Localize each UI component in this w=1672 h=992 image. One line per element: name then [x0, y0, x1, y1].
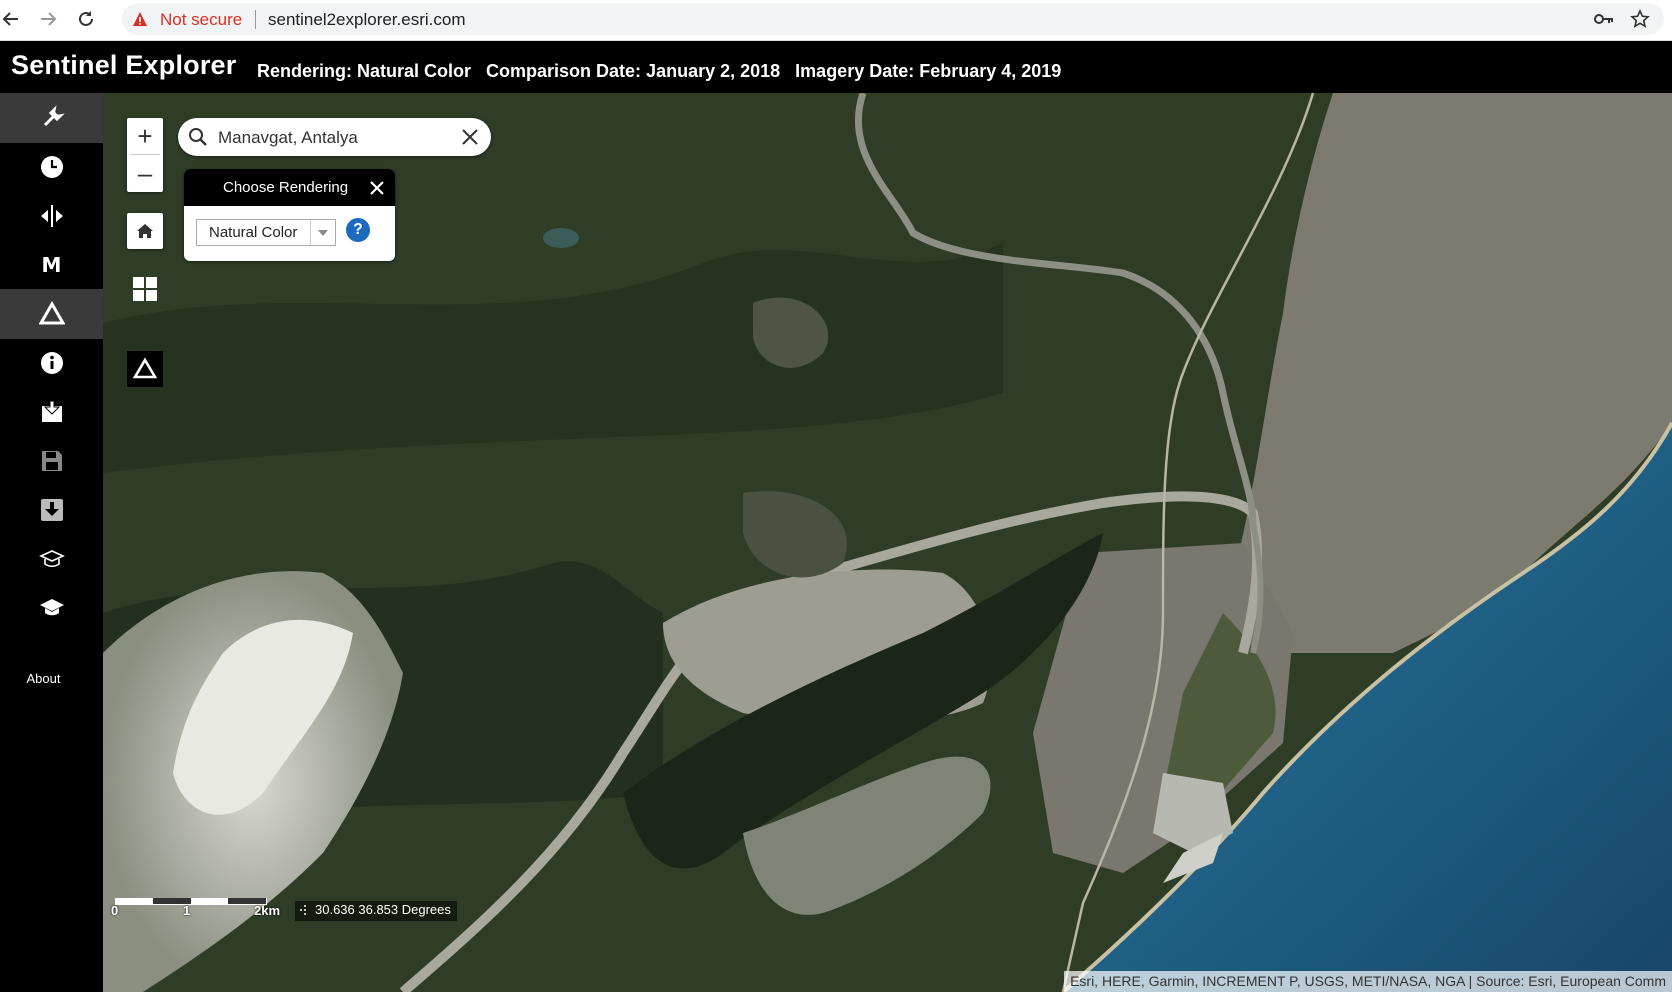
- bookmark-icon: [41, 400, 62, 422]
- scale-label-1: 1: [183, 903, 191, 918]
- triangle-icon: [38, 301, 65, 325]
- reload-icon: [79, 11, 93, 26]
- crosshair-icon: [300, 905, 306, 915]
- save-icon: [41, 451, 62, 471]
- key-icon[interactable]: [1594, 11, 1614, 27]
- home-icon: [137, 224, 153, 238]
- sidebar-item-swipe[interactable]: [0, 191, 103, 241]
- grid-icon: [133, 277, 157, 301]
- coordinate-text: 30.636 36.853 Degrees: [315, 902, 451, 917]
- sidebar-item-tools[interactable]: [0, 93, 103, 143]
- star-icon[interactable]: [1630, 9, 1650, 29]
- search-box: [178, 118, 491, 156]
- not-secure-label[interactable]: Not secure: [160, 10, 242, 30]
- search-icon[interactable]: [188, 127, 208, 147]
- arrow-right-icon: [41, 12, 57, 26]
- rendering-select[interactable]: Natural Color: [196, 219, 336, 246]
- browser-toolbar: Not secure sentinel2explorer.esri.com: [0, 0, 1672, 41]
- sidebar-item-bookmark[interactable]: [0, 387, 103, 437]
- app-title: Sentinel Explorer: [11, 50, 237, 80]
- header-info: Rendering: Natural Color Comparison Date…: [257, 61, 1071, 82]
- scale-label-0: 0: [111, 903, 119, 918]
- triangle-icon: [133, 357, 157, 379]
- close-icon[interactable]: [461, 128, 479, 146]
- sidebar-item-m[interactable]: M: [0, 240, 103, 290]
- comparison-date-label: Comparison Date: January 2, 2018: [486, 61, 781, 81]
- sidebar-item-learn[interactable]: [0, 583, 103, 633]
- chevron-down-icon: [310, 220, 335, 245]
- sidebar-item-info[interactable]: [0, 338, 103, 388]
- zoom-control: + –: [127, 118, 163, 192]
- sidebar: M About: [0, 93, 103, 992]
- imagery-date-label: Imagery Date: February 4, 2019: [795, 61, 1062, 81]
- address-bar[interactable]: Not secure sentinel2explorer.esri.com: [122, 3, 1664, 35]
- scale-label-2: 2km: [254, 903, 281, 918]
- rendering-panel-header: Choose Rendering: [184, 169, 395, 206]
- info-icon: [40, 352, 63, 374]
- tools-icon: [43, 105, 65, 127]
- download-icon: [40, 499, 63, 521]
- back-button[interactable]: [0, 8, 22, 30]
- clock-icon: [40, 156, 63, 178]
- sidebar-item-story[interactable]: [0, 534, 103, 584]
- basemap-gallery-button[interactable]: [131, 275, 159, 303]
- scale-bar: 0 1 2km: [111, 893, 280, 919]
- arrow-left-icon: [2, 12, 18, 26]
- search-input[interactable]: [216, 124, 450, 152]
- map-view[interactable]: + – Choose Rendering Natural Color ? 0: [103, 93, 1672, 992]
- close-icon[interactable]: [369, 180, 385, 196]
- coordinate-readout[interactable]: 30.636 36.853 Degrees: [295, 901, 457, 921]
- rendering-toggle-button[interactable]: [127, 351, 163, 387]
- zoom-in-button[interactable]: +: [127, 118, 163, 154]
- sidebar-item-triangle[interactable]: [0, 289, 103, 339]
- rendering-panel: Choose Rendering Natural Color ?: [184, 169, 395, 261]
- rendering-panel-title: Choose Rendering: [223, 179, 349, 196]
- forward-button[interactable]: [37, 8, 59, 30]
- sidebar-item-time[interactable]: [0, 142, 103, 192]
- swipe-icon: [40, 205, 63, 227]
- sidebar-item-download[interactable]: [0, 485, 103, 535]
- warning-icon: [133, 12, 147, 26]
- zoom-out-button[interactable]: –: [127, 155, 163, 191]
- rendering-select-value: Natural Color: [209, 224, 298, 241]
- story-icon: [38, 550, 65, 568]
- map-attribution: Esri, HERE, Garmin, INCREMENT P, USGS, M…: [1064, 971, 1672, 992]
- scale-line: [115, 898, 267, 905]
- sidebar-item-save[interactable]: [0, 436, 103, 486]
- graduation-cap-icon: [39, 599, 64, 616]
- app-header: Sentinel Explorer Rendering: Natural Col…: [0, 41, 1672, 93]
- url-text[interactable]: sentinel2explorer.esri.com: [268, 10, 465, 30]
- about-link[interactable]: About: [0, 671, 87, 686]
- rendering-label: Rendering: Natural Color: [257, 61, 472, 81]
- home-button[interactable]: [127, 213, 163, 249]
- reload-button[interactable]: [75, 8, 97, 30]
- m-icon: M: [41, 253, 62, 277]
- divider: [255, 10, 256, 29]
- help-button[interactable]: ?: [346, 218, 370, 242]
